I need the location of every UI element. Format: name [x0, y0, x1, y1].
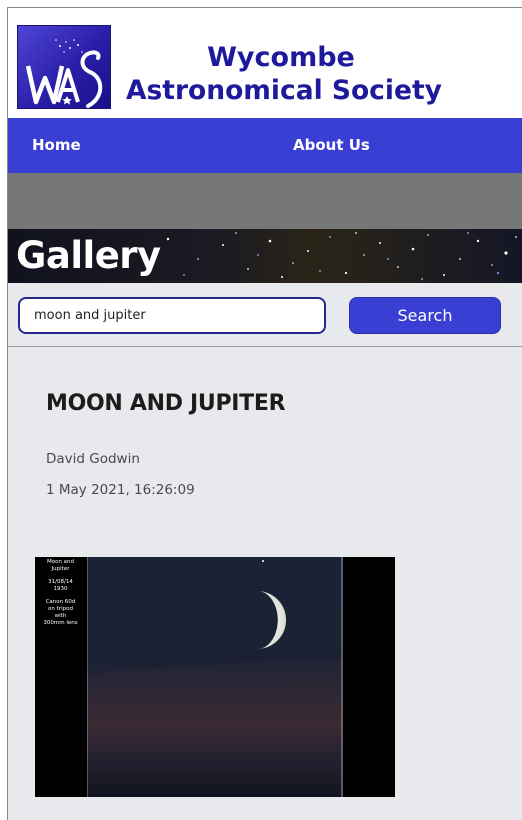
- grey-spacer-band: [8, 173, 522, 229]
- photo-caption-time: 1930: [53, 586, 68, 592]
- photo-caption-gear-3: with: [54, 613, 67, 619]
- search-bar: Search: [8, 283, 522, 347]
- post-author[interactable]: David Godwin: [46, 451, 140, 467]
- was-logo-icon[interactable]: [17, 25, 111, 109]
- nav-item-about-us[interactable]: About Us: [293, 118, 370, 173]
- photo-caption-gear-1: Canon 60d: [45, 599, 76, 605]
- post-date: 1 May 2021, 16:26:09: [46, 482, 195, 498]
- gallery-photo[interactable]: Moon and Jupiter 31/08/14 1930 Canon 60d…: [35, 557, 395, 797]
- post-content: MOON AND JUPITER David Godwin 1 May 2021…: [8, 347, 522, 820]
- page-frame: Wycombe Astronomical Society Home About …: [7, 7, 522, 820]
- post-title: MOON AND JUPITER: [46, 391, 286, 416]
- photo-caption-date: 31/08/14: [48, 579, 73, 585]
- photo-caption-gear-4: 300mm lens: [43, 620, 78, 626]
- nav-item-home[interactable]: Home: [32, 118, 81, 173]
- gallery-banner: Gallery: [8, 229, 522, 283]
- moon-photo-image: [87, 557, 343, 797]
- photo-caption-title-2: Jupiter: [51, 566, 70, 572]
- photo-caption: Moon and Jupiter 31/08/14 1930 Canon 60d…: [35, 559, 86, 627]
- photo-caption-title-1: Moon and: [46, 559, 75, 565]
- main-nav: Home About Us: [8, 118, 522, 173]
- site-title-line1: Wycombe: [207, 42, 355, 73]
- site-header: Wycombe Astronomical Society: [8, 8, 522, 118]
- search-input[interactable]: [18, 297, 326, 334]
- page-title: Gallery: [16, 234, 161, 277]
- search-button[interactable]: Search: [349, 297, 501, 334]
- site-title-line2: Astronomical Society: [126, 75, 442, 106]
- photo-caption-gear-2: on tripod: [48, 606, 73, 612]
- site-title: Wycombe Astronomical Society: [126, 41, 442, 107]
